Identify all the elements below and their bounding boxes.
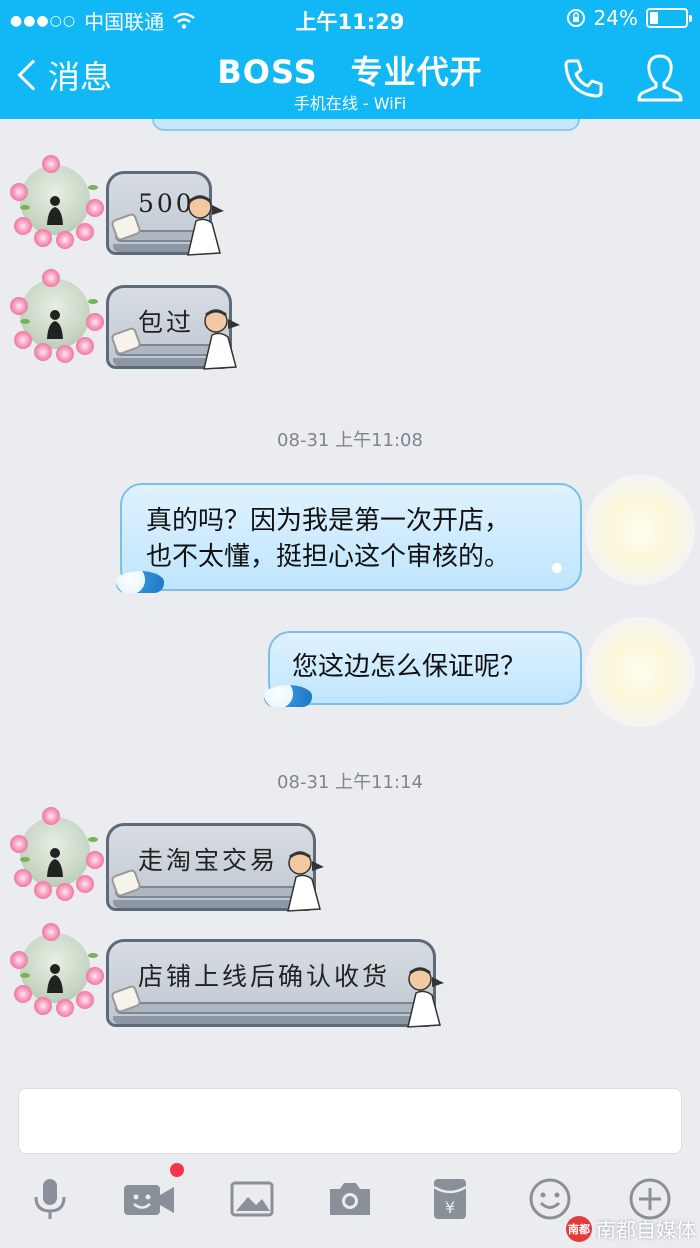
sticker-text: 走淘宝交易 bbox=[138, 846, 279, 875]
phone-icon[interactable] bbox=[560, 55, 606, 101]
contact-avatar[interactable] bbox=[8, 155, 104, 249]
watermark-logo: 南都 bbox=[566, 1215, 592, 1242]
outgoing-message-bubble[interactable]: 真的吗？因为我是第一次开店， 也不太懂，挺担心这个审核的。 bbox=[116, 483, 582, 593]
outgoing-message-bubble[interactable]: 您这边怎么保证呢？ bbox=[264, 631, 582, 707]
sticker-text: 包过 bbox=[138, 308, 195, 337]
sofa-sticker-message[interactable]: 500 bbox=[106, 171, 226, 259]
cartoon-man-icon bbox=[187, 195, 224, 256]
cartoon-man-icon bbox=[407, 967, 444, 1028]
contact-avatar[interactable] bbox=[8, 269, 104, 363]
rotation-lock-icon bbox=[566, 9, 585, 27]
sofa-sticker-message[interactable]: 走淘宝交易 bbox=[106, 823, 328, 915]
watermark-text: 南都自媒体 bbox=[596, 1218, 696, 1242]
sticker-text: 店铺上线后确认收货 bbox=[138, 962, 391, 991]
cartoon-man-icon bbox=[287, 851, 324, 912]
wave-decoration-icon bbox=[264, 685, 312, 707]
image-icon[interactable] bbox=[228, 1175, 276, 1223]
message-input[interactable] bbox=[18, 1088, 682, 1154]
cartoon-man-icon bbox=[203, 309, 240, 370]
video-chat-icon bbox=[124, 1185, 174, 1215]
notification-dot bbox=[170, 1163, 184, 1177]
profile-icon[interactable] bbox=[636, 52, 684, 104]
svg-text:¥: ¥ bbox=[445, 1198, 455, 1217]
video-chat-button[interactable] bbox=[122, 1163, 184, 1223]
status-bar: ●●●○○ 中国联通 上午11:29 24% bbox=[0, 0, 700, 38]
message-text: 您这边怎么保证呢？ bbox=[292, 652, 527, 682]
message-line: 真的吗？因为我是第一次开店， bbox=[146, 506, 511, 536]
red-packet-icon[interactable]: ¥ bbox=[426, 1175, 474, 1223]
own-avatar[interactable] bbox=[585, 617, 695, 727]
previous-message-bubble-edge bbox=[152, 119, 580, 131]
contact-avatar[interactable] bbox=[8, 923, 104, 1017]
message-line: 也不太懂，挺担心这个审核的。 bbox=[146, 542, 511, 572]
sofa-sticker-message[interactable]: 店铺上线后确认收货 bbox=[106, 939, 448, 1031]
camera-icon[interactable] bbox=[326, 1175, 374, 1223]
chat-history[interactable]: 500 包过 08-31 上午11:08 真的吗？因为我是第一次开店， 也不太懂 bbox=[0, 119, 700, 1079]
header-bar: ●●●○○ 中国联通 上午11:29 24% 消息 BOSS 专业代开 手机在线… bbox=[0, 0, 700, 119]
battery-level-fill bbox=[650, 12, 658, 24]
battery-percent: 24% bbox=[593, 6, 638, 30]
wave-decoration-icon bbox=[116, 571, 164, 593]
message-timestamp: 08-31 上午11:08 bbox=[277, 430, 423, 451]
contact-avatar[interactable] bbox=[8, 807, 104, 901]
microphone-icon[interactable] bbox=[26, 1175, 74, 1223]
sofa-sticker-message[interactable]: 包过 bbox=[106, 285, 240, 373]
battery-icon bbox=[646, 8, 692, 28]
message-timestamp: 08-31 上午11:14 bbox=[277, 772, 423, 793]
media-watermark: 南都 南都自媒体 bbox=[566, 1214, 696, 1243]
own-avatar[interactable] bbox=[585, 475, 695, 585]
